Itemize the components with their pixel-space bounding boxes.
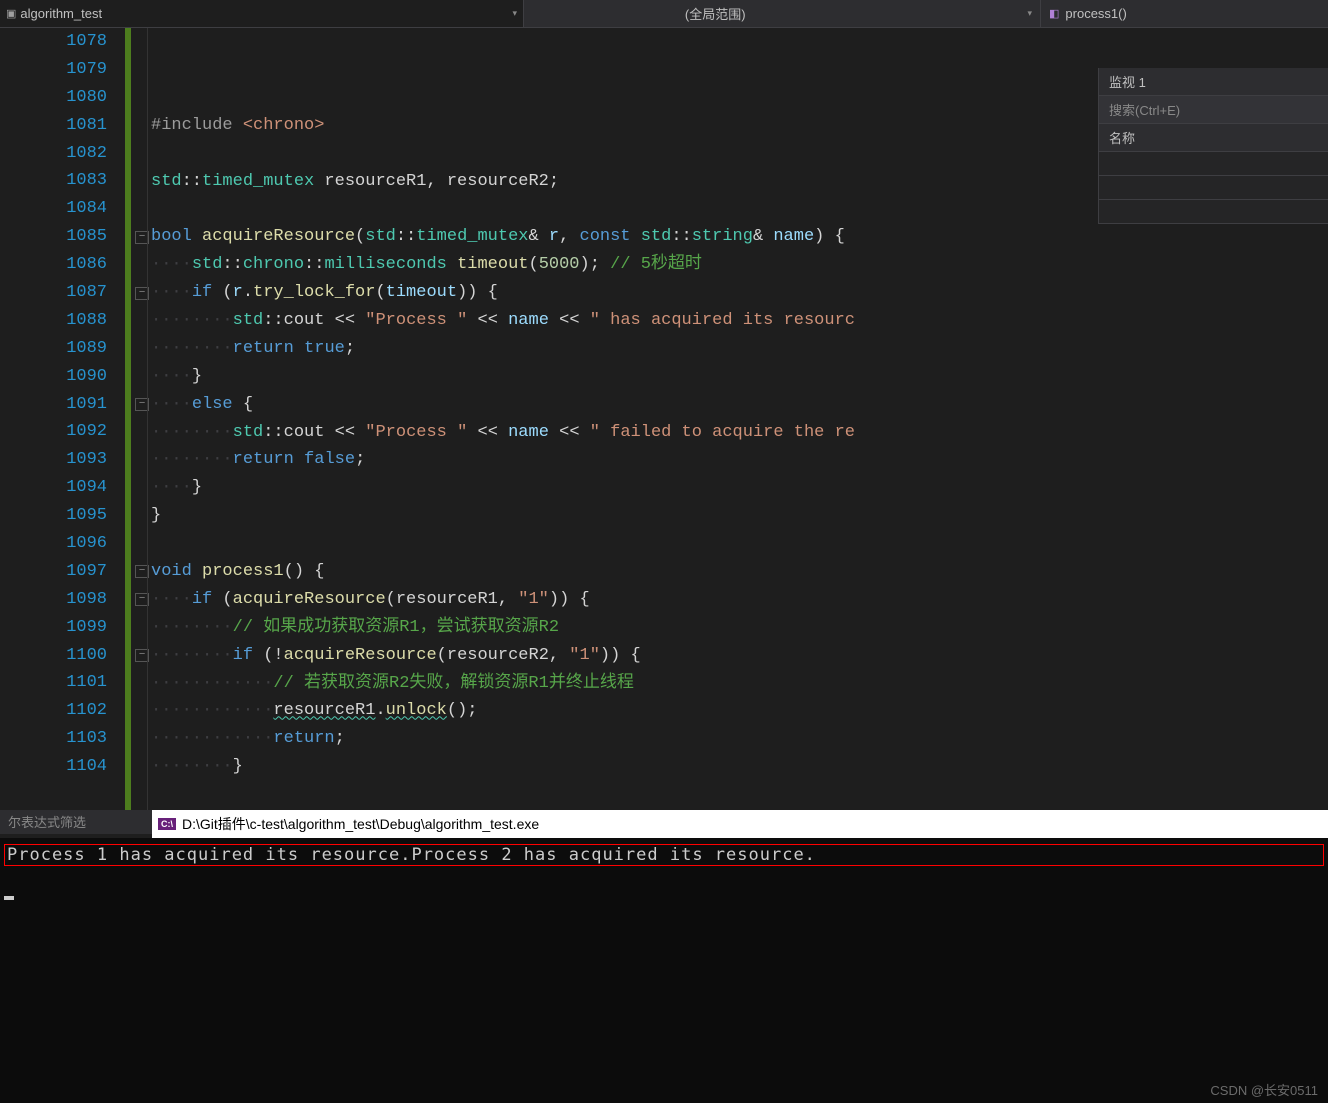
watch-row[interactable] (1099, 200, 1328, 224)
code-line[interactable]: ············resourceR1.unlock(); (135, 697, 1328, 725)
code-line[interactable]: −····else { (135, 391, 1328, 419)
line-number: 1085 (0, 223, 107, 251)
line-number: 1080 (0, 84, 107, 112)
watch-title: 监视 1 (1099, 68, 1328, 96)
line-number: 1084 (0, 195, 107, 223)
line-number: 1096 (0, 530, 107, 558)
code-line[interactable]: ········std::cout << "Process " << name … (135, 307, 1328, 335)
watch-row[interactable] (1099, 176, 1328, 200)
code-line[interactable]: −bool acquireResource(std::timed_mutex& … (135, 223, 1328, 251)
line-number: 1098 (0, 586, 107, 614)
chevron-down-icon: ▾ (512, 8, 517, 19)
watch-panel: 监视 1 搜索(Ctrl+E) 名称 (1098, 68, 1328, 224)
line-number: 1092 (0, 418, 107, 446)
line-number: 1087 (0, 279, 107, 307)
line-number: 1100 (0, 642, 107, 670)
code-line[interactable]: −········if (!acquireResource(resourceR2… (135, 642, 1328, 670)
code-line[interactable]: −····if (r.try_lock_for(timeout)) { (135, 279, 1328, 307)
code-line[interactable]: −void process1() { (135, 558, 1328, 586)
code-line[interactable]: ········return true; (135, 335, 1328, 363)
project-selector[interactable]: ▣ algorithm_test ▾ (0, 0, 524, 27)
line-number: 1104 (0, 753, 107, 781)
code-line[interactable]: ········// 如果成功获取资源R1，尝试获取资源R2 (135, 614, 1328, 642)
code-line[interactable]: ····} (135, 474, 1328, 502)
console-output[interactable]: Process 1 has acquired its resource.Proc… (0, 838, 1328, 1103)
watch-column-name: 名称 (1099, 124, 1328, 152)
console-title-bar: C:\ D:\Git插件\c-test\algorithm_test\Debug… (152, 810, 1328, 838)
line-number: 1088 (0, 307, 107, 335)
scope-label: (全局范围) (665, 4, 746, 23)
code-line[interactable]: ········/*******************************… (135, 809, 1328, 810)
project-name: algorithm_test (20, 6, 102, 21)
line-number: 1101 (0, 669, 107, 697)
line-number: 1102 (0, 697, 107, 725)
line-number: 1083 (0, 167, 107, 195)
line-number: 1081 (0, 112, 107, 140)
filter-input[interactable]: 尔表达式筛选 (0, 810, 152, 834)
function-label: process1() (1065, 6, 1126, 21)
bottom-panel: 尔表达式筛选 C:\ D:\Git插件\c-test\algorithm_tes… (0, 810, 1328, 1103)
watermark: CSDN @长安0511 (1210, 1080, 1318, 1099)
line-number: 1086 (0, 251, 107, 279)
line-number: 1089 (0, 335, 107, 363)
code-line[interactable]: ········std::cout << "Process " << name … (135, 419, 1328, 447)
line-number: 1079 (0, 56, 107, 84)
code-line[interactable]: ········return false; (135, 446, 1328, 474)
code-line[interactable] (135, 530, 1328, 558)
code-line[interactable]: } (135, 502, 1328, 530)
navigation-bar: ▣ algorithm_test ▾ (全局范围) ▾ ◧ process1() (0, 0, 1328, 28)
line-number: 1103 (0, 725, 107, 753)
scope-selector[interactable]: (全局范围) ▾ (524, 0, 1041, 27)
code-line[interactable] (135, 781, 1328, 809)
method-icon: ◧ (1049, 7, 1059, 20)
line-number: 1095 (0, 502, 107, 530)
project-icon: ▣ (6, 7, 16, 20)
code-line[interactable]: ············// 若获取资源R2失败，解锁资源R1并终止线程 (135, 670, 1328, 698)
console-icon: C:\ (158, 818, 176, 830)
line-number: 1093 (0, 446, 107, 474)
line-number: 1091 (0, 391, 107, 419)
code-line[interactable]: ····} (135, 363, 1328, 391)
code-line[interactable]: −····if (acquireResource(resourceR1, "1"… (135, 586, 1328, 614)
chevron-down-icon: ▾ (1027, 8, 1040, 19)
line-number: 1090 (0, 363, 107, 391)
line-gutter: 1078107910801081108210831084108510861087… (0, 28, 125, 810)
line-number: 1099 (0, 614, 107, 642)
watch-search[interactable]: 搜索(Ctrl+E) (1099, 96, 1328, 124)
console-line: Process 1 has acquired its resource.Proc… (4, 844, 1324, 866)
watch-row[interactable] (1099, 152, 1328, 176)
function-selector[interactable]: ◧ process1() (1041, 0, 1135, 27)
code-line[interactable]: ····std::chrono::milliseconds timeout(50… (135, 251, 1328, 279)
line-number: 1097 (0, 558, 107, 586)
console-path: D:\Git插件\c-test\algorithm_test\Debug\alg… (182, 814, 539, 834)
line-number: 1094 (0, 474, 107, 502)
code-line[interactable]: ········} (135, 753, 1328, 781)
cursor-icon (4, 896, 14, 900)
line-number: 1082 (0, 140, 107, 168)
code-line[interactable]: ············return; (135, 725, 1328, 753)
line-number: 1078 (0, 28, 107, 56)
